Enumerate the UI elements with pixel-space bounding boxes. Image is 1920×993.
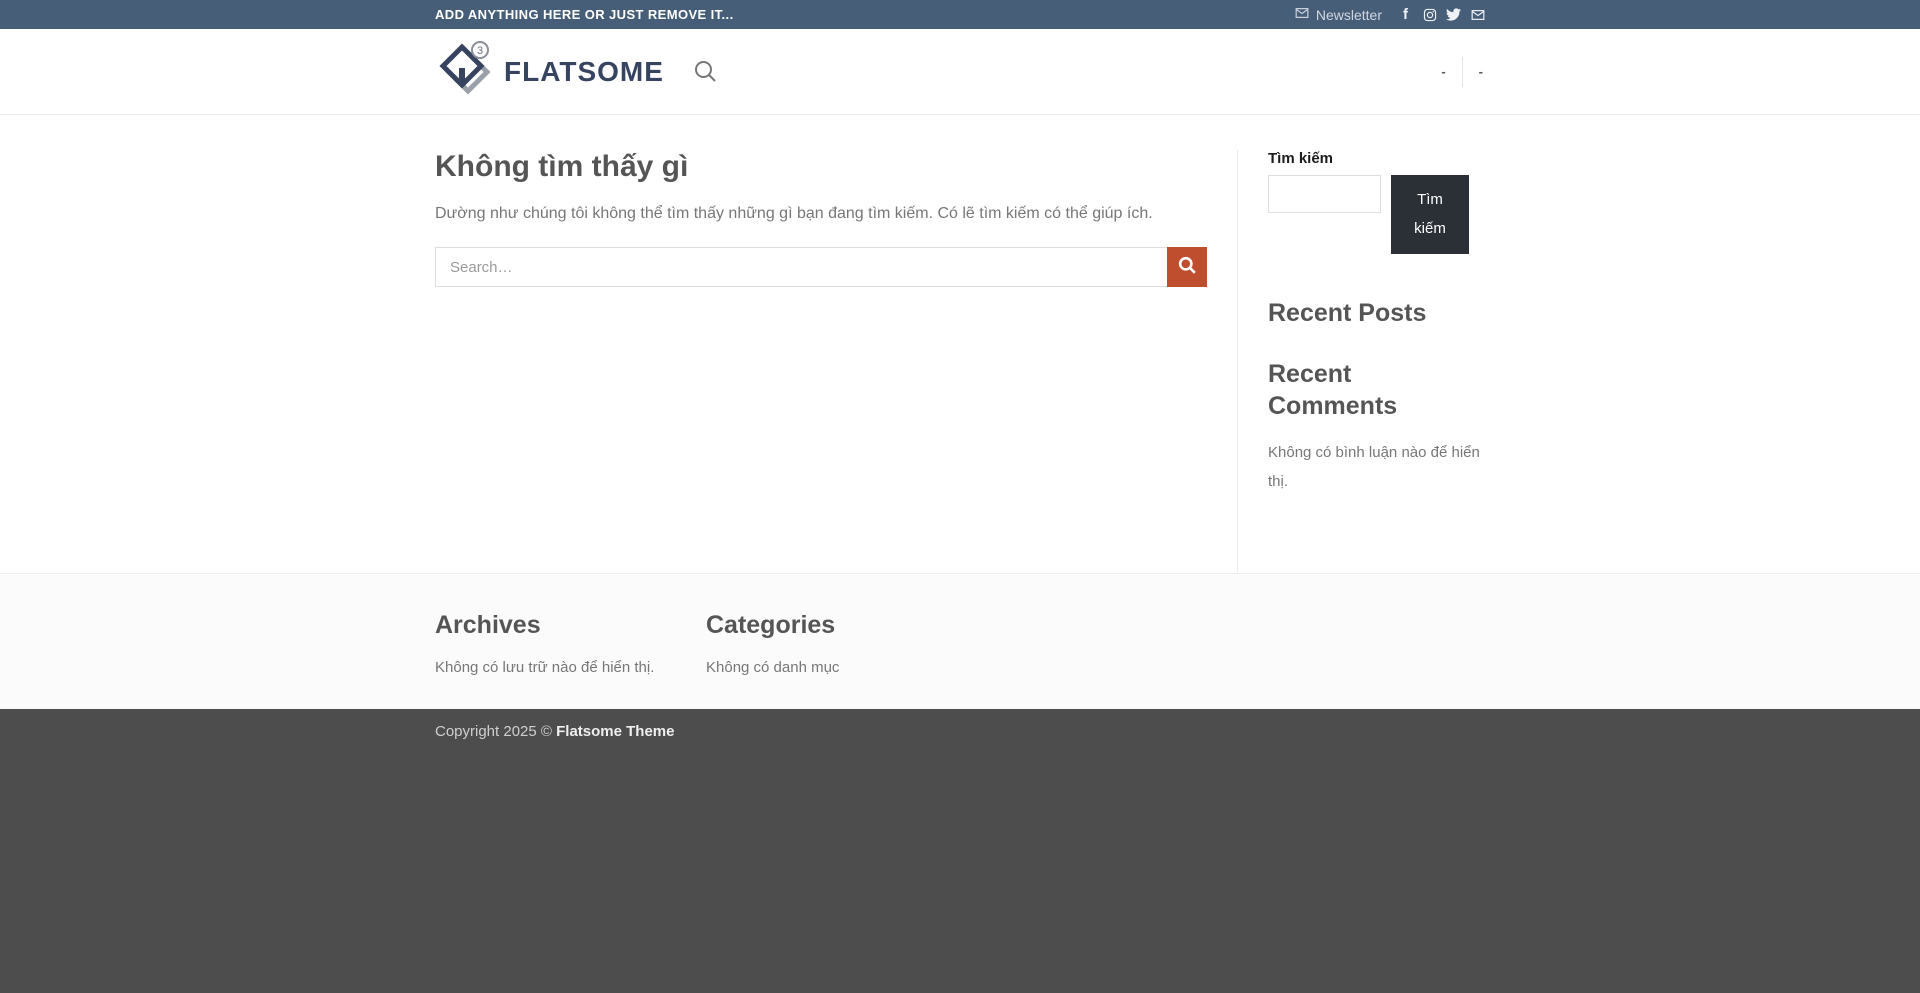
recent-comments-heading: Recent Comments [1268,358,1485,423]
envelope-icon [1295,6,1309,23]
main-search-input[interactable] [435,247,1167,287]
search-submit-button[interactable] [1167,247,1207,287]
page-title: Không tìm thấy gì [435,150,1207,184]
email-icon[interactable] [1470,7,1485,22]
page-description: Dường như chúng tôi không thể tìm thấy n… [435,205,1207,223]
sidebar-search-form: Tìm kiếm [1268,175,1485,254]
twitter-icon[interactable] [1446,7,1461,22]
footer-widgets: Archives Không có lưu trữ nào để hiển th… [0,573,1920,709]
site-logo[interactable]: 3 FLATSOME [435,40,664,103]
logo-text: FLATSOME [504,56,664,88]
newsletter-label: Newsletter [1316,7,1382,23]
search-icon[interactable] [694,60,717,83]
logo-badge: 3 [477,45,483,57]
sidebar-search-input[interactable] [1268,175,1381,213]
site-header: 3 FLATSOME - - [0,29,1920,115]
footer-archives-widget: Archives Không có lưu trữ nào để hiển th… [435,611,706,709]
copyright-brand: Flatsome Theme [556,723,674,740]
topbar: ADD ANYTHING HERE OR JUST REMOVE IT... N… [0,0,1920,29]
header-nav: - - [1425,57,1485,87]
nav-item-2[interactable]: - [1463,64,1485,79]
flatsome-logo-icon: 3 [435,40,491,103]
archives-empty-text: Không có lưu trữ nào để hiển thị. [435,659,706,676]
search-icon [1178,256,1197,278]
main-section: Không tìm thấy gì Dường như chúng tôi kh… [0,115,1920,573]
main-search-form [435,247,1207,287]
topbar-message: ADD ANYTHING HERE OR JUST REMOVE IT... [435,7,734,22]
archives-heading: Archives [435,611,706,640]
topbar-right: Newsletter f [1295,6,1485,23]
footer-categories-widget: Categories Không có danh mục [706,611,977,709]
social-icons: f [1398,7,1485,22]
nav-item-1[interactable]: - [1425,64,1461,79]
categories-empty-text: Không có danh mục [706,659,977,676]
sidebar: Tìm kiếm Tìm kiếm Recent Posts Recent Co… [1237,115,1485,573]
content-column: Không tìm thấy gì Dường như chúng tôi kh… [435,115,1237,573]
recent-comments-empty-text: Không có bình luận nào để hiển thị. [1268,438,1485,497]
recent-posts-heading: Recent Posts [1268,297,1485,330]
sidebar-search-title: Tìm kiếm [1268,150,1485,167]
facebook-icon[interactable]: f [1398,7,1413,22]
sidebar-search-button[interactable]: Tìm kiếm [1391,175,1469,254]
copyright-text: Copyright 2025 © Flatsome Theme [435,709,1485,740]
footer-bottom: Copyright 2025 © Flatsome Theme [0,709,1920,993]
instagram-icon[interactable] [1422,7,1437,22]
newsletter-link[interactable]: Newsletter [1295,6,1382,23]
categories-heading: Categories [706,611,977,640]
